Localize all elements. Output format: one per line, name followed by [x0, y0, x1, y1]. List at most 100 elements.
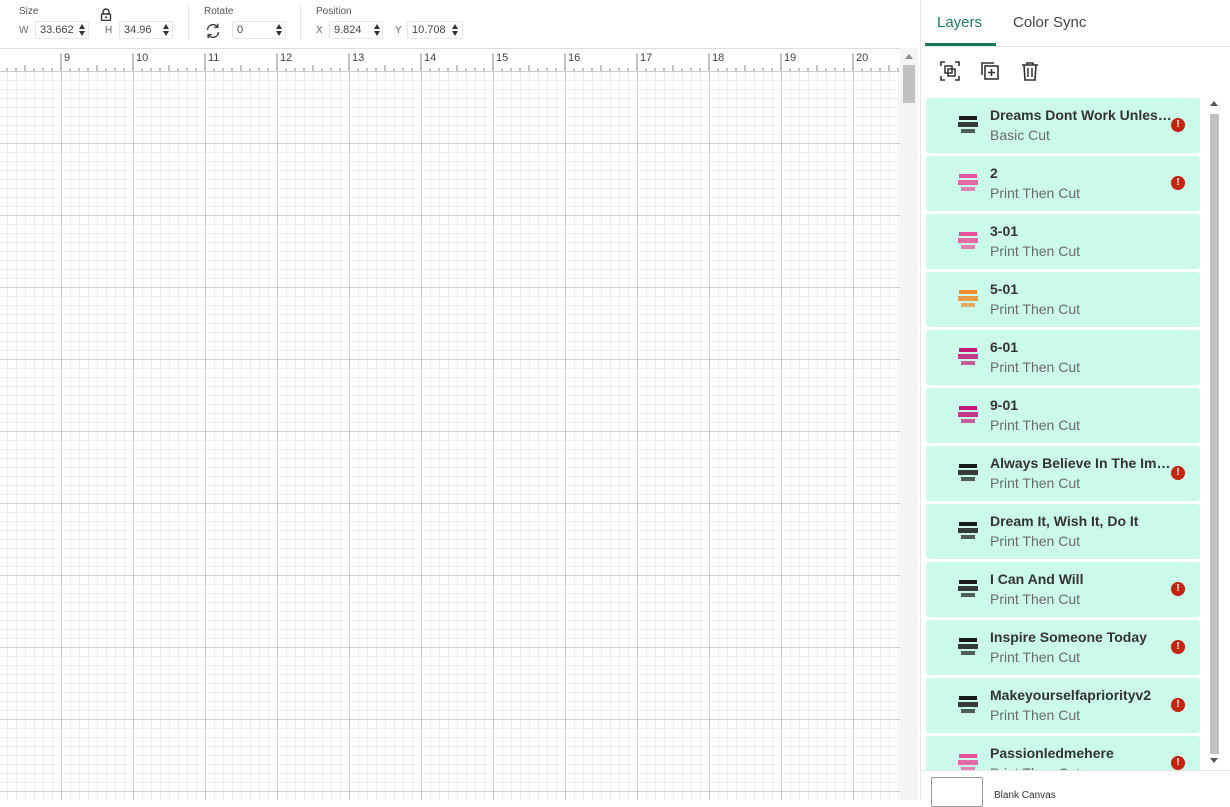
- layer-operation-type: Print Then Cut: [990, 475, 1081, 491]
- layer-thumbnail: [956, 460, 980, 486]
- layer-operation-type: Print Then Cut: [990, 591, 1081, 607]
- scroll-up-arrow-icon[interactable]: [905, 54, 913, 59]
- layers-scrollbar[interactable]: [1207, 98, 1221, 770]
- layer-name: Passionledmehere: [990, 745, 1114, 761]
- layer-operation-type: Basic Cut: [990, 127, 1050, 143]
- ruler-ticks: 9 10 11 12 13 14 15 16 17 18 19 20: [6, 52, 899, 71]
- duplicate-icon[interactable]: [979, 60, 1001, 82]
- height-stepper[interactable]: [162, 22, 171, 38]
- layer-name: 6-01: [990, 339, 1019, 355]
- layer-row[interactable]: Dream It, Wish It, Do It Print Then Cut: [926, 504, 1200, 559]
- trash-icon[interactable]: [1019, 60, 1041, 82]
- scroll-down-arrow-icon[interactable]: [1210, 758, 1218, 763]
- layer-name: 9-01: [990, 397, 1019, 413]
- layer-operation-type: Print Then Cut: [990, 707, 1081, 723]
- size-label: Size: [19, 6, 39, 17]
- layer-name: Inspire Someone Today: [990, 629, 1147, 645]
- layer-row[interactable]: Makeyourselfapriorityv2 Print Then Cut!: [926, 678, 1200, 733]
- ruler-label: 19: [784, 52, 796, 64]
- tab-layers[interactable]: Layers: [937, 14, 982, 31]
- layer-row[interactable]: Always Believe In The Impossible Print Th…: [926, 446, 1200, 501]
- layer-thumbnail: [956, 286, 980, 312]
- ruler-label: 11: [208, 52, 219, 64]
- layer-name: Makeyourselfapriorityv2: [990, 687, 1152, 703]
- layers-scrollbar-thumb[interactable]: [1210, 114, 1219, 754]
- y-label: Y: [395, 25, 402, 36]
- canvas-label: Blank Canvas: [994, 790, 1056, 801]
- canvas-setting-row[interactable]: Blank Canvas: [921, 770, 1230, 807]
- layer-row[interactable]: Inspire Someone Today Print Then Cut!: [926, 620, 1200, 675]
- layer-name: 5-01: [990, 281, 1019, 297]
- width-label: W: [19, 25, 29, 36]
- layer-row[interactable]: I Can And Will Print Then Cut!: [926, 562, 1200, 617]
- warning-icon[interactable]: !: [1171, 466, 1185, 480]
- ruler-label: 13: [352, 52, 364, 64]
- size-group: Size W 33.662 H 34.96: [0, 0, 190, 48]
- group-icon[interactable]: [939, 60, 961, 82]
- canvas-scrollbar-thumb[interactable]: [903, 65, 915, 103]
- warning-icon[interactable]: !: [1171, 118, 1185, 132]
- layer-row[interactable]: 6-01 Print Then Cut: [926, 330, 1200, 385]
- layer-name: Dreams Dont Work Unless You Do: [990, 107, 1172, 123]
- rotate-stepper[interactable]: [275, 22, 284, 38]
- layer-row[interactable]: 2 Print Then Cut!: [926, 156, 1200, 211]
- layers-panel: Layers Color Sync Dreams Dont Work Unles…: [920, 0, 1230, 807]
- warning-icon[interactable]: !: [1171, 176, 1185, 190]
- ruler-label: 14: [424, 52, 436, 64]
- layer-operation-type: Print Then Cut: [990, 359, 1081, 375]
- layer-operation-type: Print Then Cut: [990, 417, 1081, 433]
- layer-thumbnail: [956, 170, 980, 196]
- ruler-label: 16: [568, 52, 580, 64]
- tab-color-sync[interactable]: Color Sync: [1013, 14, 1086, 31]
- warning-icon[interactable]: !: [1171, 698, 1185, 712]
- layer-thumbnail: [956, 576, 980, 602]
- canvas-scrollbar[interactable]: [900, 48, 918, 800]
- ruler-label: 18: [712, 52, 724, 64]
- layer-name: 3-01: [990, 223, 1019, 239]
- layer-operation-type: Print Then Cut: [990, 649, 1081, 665]
- layer-thumbnail: [956, 402, 980, 428]
- x-position-stepper[interactable]: [373, 22, 382, 38]
- y-position-stepper[interactable]: [451, 22, 460, 38]
- canvas-grid: [0, 72, 900, 800]
- height-label: H: [105, 25, 113, 36]
- design-canvas[interactable]: [0, 72, 900, 800]
- warning-icon[interactable]: !: [1171, 640, 1185, 654]
- layer-row[interactable]: 9-01 Print Then Cut: [926, 388, 1200, 443]
- layer-row[interactable]: 3-01 Print Then Cut: [926, 214, 1200, 269]
- layer-thumbnail: [956, 692, 980, 718]
- properties-toolbar: Size W 33.662 H 34.96 Rotate 0 Position …: [0, 0, 920, 48]
- toolbar-divider: [188, 6, 189, 40]
- layer-operation-type: Print Then Cut: [990, 533, 1081, 549]
- layer-thumbnail: [956, 518, 980, 544]
- layer-thumbnail: [956, 228, 980, 254]
- ruler-label: 15: [496, 52, 508, 64]
- warning-icon[interactable]: !: [1171, 582, 1185, 596]
- scroll-up-arrow-icon[interactable]: [1210, 101, 1218, 106]
- panel-tabs: Layers Color Sync: [921, 0, 1230, 47]
- canvas-swatch[interactable]: [931, 777, 983, 807]
- layer-name: Always Believe In The Impossible: [990, 455, 1172, 471]
- position-group: Position X 9.824 Y 10.708: [300, 0, 470, 48]
- layer-name: I Can And Will: [990, 571, 1084, 587]
- layer-thumbnail: [956, 750, 980, 770]
- rotate-icon[interactable]: [204, 22, 222, 40]
- layer-operation-type: Print Then Cut: [990, 185, 1081, 201]
- x-label: X: [316, 25, 323, 36]
- layer-row[interactable]: Dreams Dont Work Unless You Do Basic Cut!: [926, 98, 1200, 153]
- layer-tools: [921, 46, 1230, 94]
- ruler-label: 20: [856, 52, 868, 64]
- lock-icon[interactable]: [100, 8, 112, 22]
- layer-row[interactable]: 5-01 Print Then Cut: [926, 272, 1200, 327]
- rotate-label: Rotate: [204, 6, 234, 17]
- warning-icon[interactable]: !: [1171, 756, 1185, 770]
- layers-list: Dreams Dont Work Unless You Do Basic Cut!…: [925, 98, 1201, 770]
- layer-operation-type: Print Then Cut: [990, 243, 1081, 259]
- ruler-label: 17: [640, 52, 652, 64]
- layer-name: 2: [990, 165, 998, 181]
- ruler-label: 12: [280, 52, 292, 64]
- layer-row[interactable]: PassionledmeherePrint Then Cut!: [926, 736, 1200, 770]
- width-stepper[interactable]: [78, 22, 87, 38]
- layer-thumbnail: [956, 344, 980, 370]
- layer-operation-type: Print Then Cut: [990, 301, 1081, 317]
